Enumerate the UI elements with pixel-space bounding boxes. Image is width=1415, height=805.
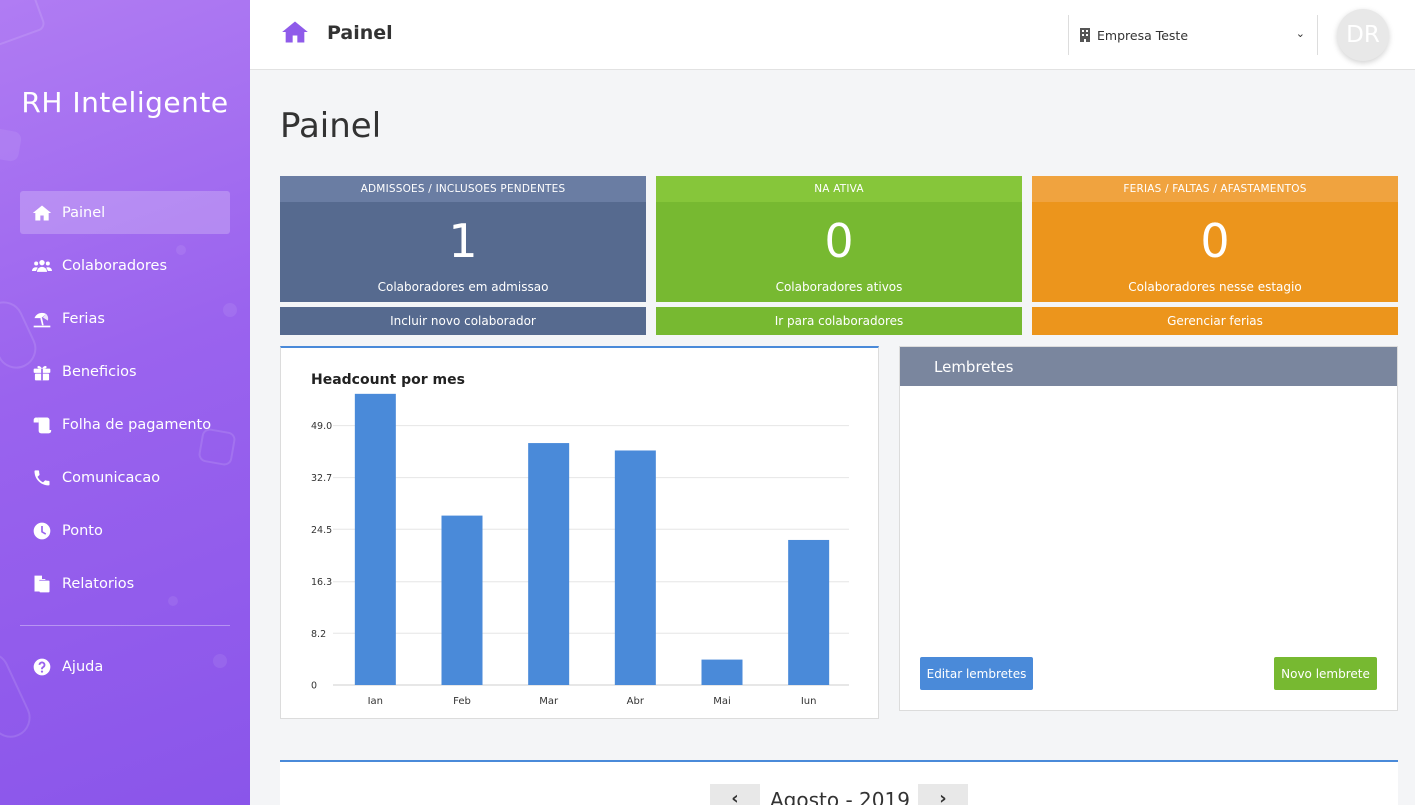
stat-caption: Colaboradores ativos: [775, 280, 903, 294]
stat-caption: Colaboradores em admissao: [377, 280, 549, 294]
sidebar-item-ponto[interactable]: Ponto: [20, 509, 230, 552]
y-tick-label: 49.0: [311, 421, 332, 432]
sidebar-menu: Painel Colaboradores Ferias Beneficios F…: [20, 191, 230, 615]
stat-card-ferias: FERIAS / FALTAS / AFASTAMENTOS 0 Colabor…: [1032, 176, 1398, 302]
sidebar-item-colaboradores[interactable]: Colaboradores: [20, 244, 230, 287]
bar-mar: [528, 443, 570, 685]
y-tick-label: 8.2: [311, 629, 326, 640]
reminders-title: Lembretes: [900, 347, 1397, 386]
stat-value: 1: [448, 214, 478, 268]
bar-mai: [701, 659, 743, 685]
calendar-next-button[interactable]: ›: [918, 784, 968, 805]
building-icon: [1079, 28, 1091, 42]
stat-header: FERIAS / FALTAS / AFASTAMENTOS: [1032, 176, 1398, 202]
company-selector[interactable]: Empresa Teste ⌄: [1068, 15, 1318, 55]
sidebar-item-label: Painel: [62, 204, 106, 221]
background-decoration: [0, 127, 23, 163]
sidebar-item-folha-de-pagamento[interactable]: Folha de pagamento: [20, 403, 230, 446]
sidebar-item-comunicacao[interactable]: Comunicacao: [20, 456, 230, 499]
company-name: Empresa Teste: [1097, 27, 1189, 43]
sidebar-item-label: Ajuda: [62, 658, 104, 675]
incluir-colaborador-button[interactable]: Incluir novo colaborador: [280, 307, 646, 335]
sidebar-item-ferias[interactable]: Ferias: [20, 297, 230, 340]
stat-header: ADMISSOES / INCLUSOES PENDENTES: [280, 176, 646, 202]
sidebar-item-label: Ferias: [62, 310, 105, 327]
sidebar-item-label: Colaboradores: [62, 257, 168, 274]
header-title: Painel: [327, 22, 393, 44]
home-icon: [30, 203, 54, 223]
sidebar: RH Inteligente Painel Colaboradores Feri…: [0, 0, 250, 805]
question-circle-icon: [30, 657, 54, 677]
stat-value: 0: [1200, 214, 1230, 268]
sidebar-item-label: Folha de pagamento: [62, 416, 212, 433]
edit-reminders-button[interactable]: Editar lembretes: [920, 657, 1033, 690]
stat-value: 0: [824, 214, 854, 268]
x-tick-label: Feb: [453, 696, 471, 707]
reminders-card: Lembretes Editar lembretes Novo lembrete: [899, 346, 1398, 711]
sidebar-item-label: Beneficios: [62, 363, 137, 380]
sidebar-item-relatorios[interactable]: Relatorios: [20, 562, 230, 605]
copy-icon: [30, 574, 54, 594]
stat-card-na-ativa: NA ATIVA 0 Colaboradores ativos: [656, 176, 1022, 302]
ir-para-colaboradores-button[interactable]: Ir para colaboradores: [656, 307, 1022, 335]
background-decoration: [0, 0, 47, 49]
avatar[interactable]: DR: [1337, 9, 1389, 61]
x-tick-label: Mar: [539, 696, 559, 707]
stat-header: NA ATIVA: [656, 176, 1022, 202]
calendar-month-label: Agosto - 2019: [770, 788, 910, 805]
headcount-bar-chart: 0 8.2 16.3 24.5 32.7 49.0 Ian Feb Mar Abr Mai Iun: [311, 393, 849, 707]
calendar-card: ‹ Agosto - 2019 ›: [280, 760, 1398, 805]
x-tick-label: Mai: [713, 696, 731, 707]
home-icon[interactable]: [280, 18, 310, 46]
x-tick-label: Ian: [368, 696, 383, 707]
gift-icon: [30, 362, 54, 382]
y-tick-label: 24.5: [311, 525, 332, 536]
sidebar-divider: [20, 625, 230, 626]
sidebar-item-label: Ponto: [62, 522, 103, 539]
stat-card-admissoes: ADMISSOES / INCLUSOES PENDENTES 1 Colabo…: [280, 176, 646, 302]
clock-icon: [30, 521, 54, 541]
calendar-prev-button[interactable]: ‹: [710, 784, 760, 805]
headcount-chart-card: Headcount por mes 0 8.2 16.3 24.5 32.7 49.0 Ia…: [280, 346, 879, 719]
gerenciar-ferias-button[interactable]: Gerenciar ferias: [1032, 307, 1398, 335]
top-bar: Painel Empresa Teste ⌄ DR: [250, 0, 1415, 70]
umbrella-beach-icon: [30, 309, 54, 329]
sidebar-item-label: Relatorios: [62, 575, 135, 592]
sidebar-item-beneficios[interactable]: Beneficios: [20, 350, 230, 393]
stat-caption: Colaboradores nesse estagio: [1128, 280, 1302, 294]
bar-iun: [788, 539, 830, 685]
brand-logo-text: RH Inteligente: [21, 86, 229, 119]
new-reminder-button[interactable]: Novo lembrete: [1274, 657, 1377, 690]
y-tick-label: 32.7: [311, 473, 332, 484]
y-tick-label: 16.3: [311, 577, 332, 588]
x-tick-label: Abr: [627, 696, 645, 707]
x-tick-label: Iun: [801, 696, 817, 707]
chevron-down-icon: ⌄: [1295, 27, 1305, 40]
bar-ian: [354, 393, 396, 685]
sidebar-item-painel[interactable]: Painel: [20, 191, 230, 234]
page-title: Painel: [280, 106, 382, 146]
sidebar-item-label: Comunicacao: [62, 469, 161, 486]
sidebar-item-ajuda[interactable]: Ajuda: [20, 645, 230, 688]
bar-feb: [441, 515, 483, 685]
bar-abr: [614, 450, 656, 685]
users-icon: [30, 256, 54, 276]
scroll-icon: [30, 415, 54, 435]
phone-icon: [30, 468, 54, 488]
y-tick-label: 0: [311, 681, 317, 692]
